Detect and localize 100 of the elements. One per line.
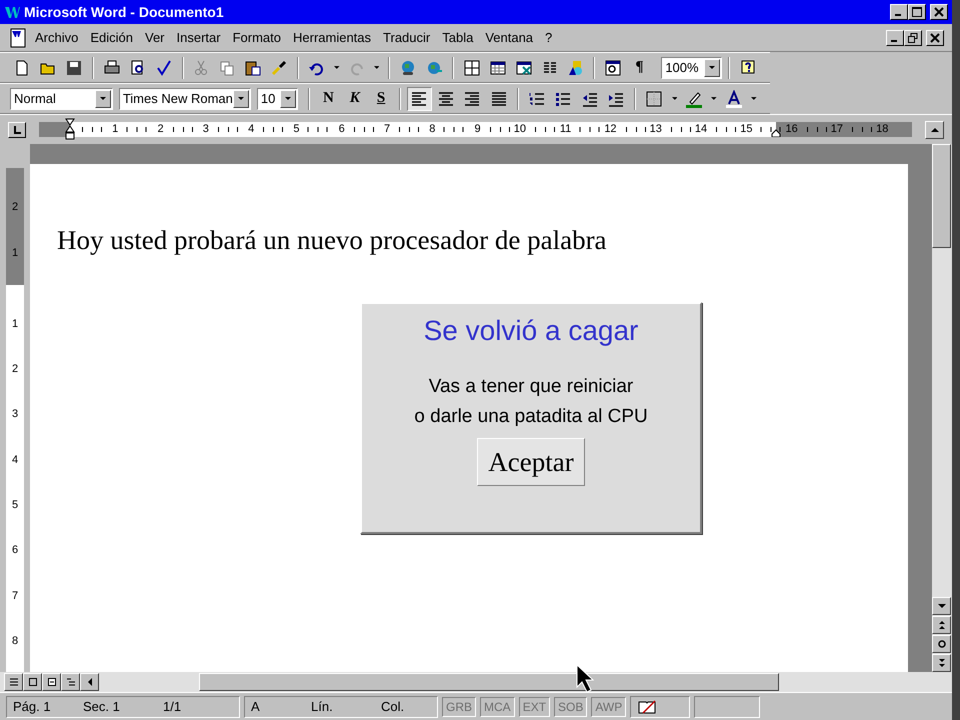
- status-indicator: SOB: [554, 696, 588, 716]
- ruler-number: 3: [202, 124, 210, 135]
- document-icon: [8, 28, 28, 48]
- dropdown-arrow-icon[interactable]: [285, 97, 292, 100]
- dialog-message: Vas a tener que reiniciar o darle una patadita al CPU: [414, 375, 648, 429]
- ruler-number: 9: [474, 124, 482, 135]
- scroll-down-icon[interactable]: [936, 601, 946, 611]
- status-indicator: EXT: [518, 696, 550, 716]
- caret-icon[interactable]: [751, 97, 758, 100]
- status-text: A: [251, 698, 261, 716]
- restore-icon[interactable]: [908, 32, 918, 42]
- ruler-number: 14: [694, 124, 708, 135]
- print-layout-button[interactable]: [42, 673, 61, 691]
- align-left-icon[interactable]: [407, 86, 432, 110]
- ruler-number: 12: [603, 124, 618, 135]
- ruler-number: 5: [12, 500, 18, 512]
- ruler-number: 1: [12, 248, 18, 259]
- ruler-number: 6: [12, 545, 18, 556]
- caret-icon[interactable]: [711, 97, 718, 100]
- status-indicator: GRB: [442, 696, 476, 716]
- menu-item[interactable]: Traducir: [378, 26, 436, 48]
- next-page-icon[interactable]: [936, 658, 946, 668]
- normal-view-icon[interactable]: [8, 677, 18, 687]
- previous-page-button[interactable]: [932, 616, 951, 634]
- ruler-number: 2: [12, 364, 18, 376]
- maximize-icon[interactable]: [912, 7, 922, 17]
- status-indicator: AWP: [591, 696, 626, 716]
- ruler-number: 11: [558, 124, 572, 135]
- italic-button[interactable]: K: [342, 86, 367, 110]
- ruler-number: 7: [12, 590, 18, 602]
- outline-view-button[interactable]: [61, 673, 80, 691]
- menu-item[interactable]: ?: [540, 26, 558, 48]
- status-indicator: MCA: [480, 696, 515, 716]
- ruler-number: 16: [784, 124, 799, 135]
- ruler-number: 10: [512, 124, 527, 135]
- menu-item[interactable]: Insertar: [172, 26, 226, 48]
- select-browse-object-icon[interactable]: [936, 639, 946, 649]
- status-text: Lín.: [311, 698, 334, 716]
- maximize-button[interactable]: [908, 4, 926, 20]
- horizontal-scroll-thumb[interactable]: [199, 673, 779, 691]
- scroll-left-button[interactable]: [80, 673, 99, 691]
- status-text: Col.: [381, 698, 406, 716]
- scroll-thumb[interactable]: [932, 144, 951, 248]
- ruler-number: 6: [338, 124, 346, 135]
- ruler-number: 8: [428, 124, 436, 135]
- scroll-down-button[interactable]: [932, 597, 951, 615]
- caret-icon[interactable]: [334, 66, 340, 69]
- close-icon[interactable]: [934, 7, 944, 17]
- restore-button[interactable]: [904, 30, 922, 46]
- indent-marker-icon[interactable]: [65, 118, 75, 140]
- web-layout-icon[interactable]: [28, 677, 38, 687]
- scroll-up-button[interactable]: [925, 120, 944, 138]
- dropdown-arrow-icon[interactable]: [238, 97, 244, 100]
- show-formatting-button[interactable]: ¶: [627, 56, 652, 80]
- outline-view-icon[interactable]: [66, 677, 76, 687]
- minimize-button[interactable]: [890, 4, 908, 20]
- previous-page-icon[interactable]: [936, 620, 946, 630]
- right-indent-marker-icon[interactable]: [771, 129, 781, 137]
- tab-selector-button[interactable]: [8, 122, 26, 138]
- next-page-button[interactable]: [932, 654, 951, 672]
- menu-item[interactable]: Archivo: [30, 26, 84, 48]
- left-tab-icon[interactable]: [12, 124, 22, 134]
- close-button[interactable]: [930, 4, 948, 20]
- up-arrow-icon[interactable]: [930, 127, 938, 132]
- status-text: Pág. 1: [13, 698, 52, 716]
- menu-item[interactable]: Ver: [140, 26, 170, 48]
- underline-button[interactable]: S: [368, 86, 394, 110]
- ruler-number: 5: [292, 124, 300, 135]
- font-combobox[interactable]: Times New Roman: [118, 88, 251, 110]
- normal-view-button[interactable]: [4, 673, 23, 691]
- status-text: Sec. 1: [83, 698, 121, 716]
- status-panel: [694, 696, 760, 718]
- font-size-combobox[interactable]: 10: [256, 88, 298, 110]
- ruler-number: 4: [12, 454, 18, 466]
- close-button[interactable]: [926, 30, 944, 46]
- zoom-combobox[interactable]: 100%: [661, 56, 722, 78]
- menu-item[interactable]: Tabla: [437, 26, 478, 48]
- ruler-number: 1: [12, 318, 18, 330]
- ruler-number: 18: [875, 124, 890, 135]
- style-combobox[interactable]: Normal: [10, 88, 113, 110]
- caret-icon[interactable]: [672, 97, 678, 100]
- dropdown-arrow-icon[interactable]: [709, 66, 716, 69]
- menu-item[interactable]: Edición: [85, 26, 138, 48]
- ruler-number: 13: [648, 124, 663, 135]
- dropdown-arrow-icon[interactable]: [100, 97, 106, 100]
- document-text: Hoy usted probará un nuevo procesador de palabra: [57, 224, 608, 257]
- bold-button[interactable]: N: [316, 86, 341, 110]
- web-layout-button[interactable]: [23, 673, 42, 691]
- dialog-title: Se volvió a cagar: [424, 314, 638, 348]
- select-browse-object-button[interactable]: [932, 635, 951, 653]
- close-icon[interactable]: [930, 32, 940, 42]
- ruler-number: 3: [12, 409, 18, 420]
- accept-button[interactable]: Aceptar: [477, 438, 585, 486]
- menu-item[interactable]: Ventana: [480, 26, 538, 48]
- print-layout-icon[interactable]: [46, 677, 56, 687]
- menu-item[interactable]: Formato: [228, 26, 286, 48]
- ruler-number: 17: [830, 124, 844, 135]
- menu-item[interactable]: Herramientas: [288, 26, 376, 48]
- minimize-button[interactable]: [886, 30, 904, 46]
- caret-icon[interactable]: [374, 66, 380, 69]
